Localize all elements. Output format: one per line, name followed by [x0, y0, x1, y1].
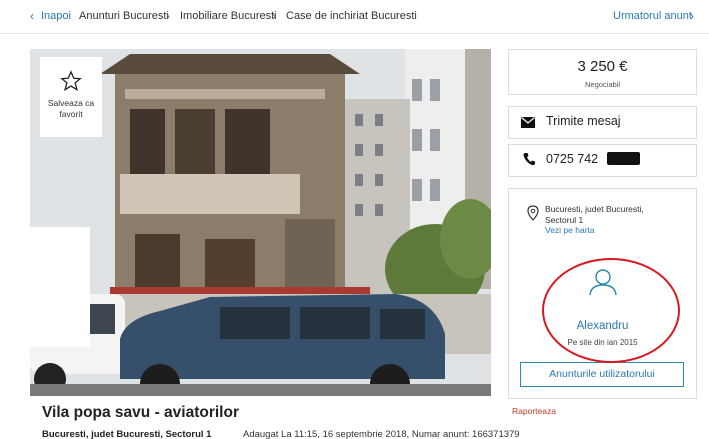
address-line: Sectorul 1	[545, 215, 584, 225]
chevron-right-icon: ›	[166, 9, 170, 23]
seller-address: Bucuresti, judet Bucuresti, Sectorul 1	[545, 204, 644, 226]
phone-redaction	[607, 152, 640, 165]
favorite-label: Salveaza ca favorit	[47, 98, 95, 119]
negotiable-label: Negociabil	[584, 80, 621, 89]
listing-added-date: Adaugat La 11:15, 16 septembrie 2018, Nu…	[243, 429, 520, 439]
phone-button[interactable]	[508, 144, 697, 177]
user-ads-button[interactable]: Anunturile utilizatorului	[520, 362, 684, 387]
view-map-link[interactable]: Vezi pe harta	[545, 225, 595, 235]
location-pin-icon	[527, 205, 539, 221]
breadcrumb: ‹ Inapoi Anunturi Bucuresti › Imobiliare…	[0, 0, 709, 34]
favorite-button[interactable]: Salveaza ca favorit	[40, 57, 102, 137]
back-link[interactable]: Inapoi	[41, 10, 71, 22]
price: 3 250 €	[577, 58, 628, 75]
breadcrumb-item[interactable]: Case de inchiriat Bucuresti	[286, 10, 417, 22]
envelope-icon	[521, 117, 535, 128]
listing-title: Vila popa savu - aviatorilor	[42, 404, 239, 421]
report-link[interactable]: Raporteaza	[512, 406, 556, 416]
listing-location: Bucuresti, judet Bucuresti, Sectorul 1	[42, 429, 212, 439]
breadcrumb-item[interactable]: Imobiliare Bucuresti	[180, 10, 277, 22]
chevron-right-icon: ›	[272, 9, 276, 23]
phone-number[interactable]: 0725 742	[546, 152, 598, 166]
chevron-right-icon[interactable]: ›	[690, 9, 694, 23]
next-ad-link[interactable]: Urmatorul anunt	[613, 10, 692, 22]
phone-icon	[523, 153, 535, 166]
address-line: Bucuresti, judet Bucuresti,	[545, 204, 644, 214]
star-icon	[60, 70, 82, 92]
annotation-circle	[542, 258, 680, 363]
send-message-label[interactable]: Trimite mesaj	[546, 114, 621, 128]
breadcrumb-item[interactable]: Anunturi Bucuresti	[79, 10, 169, 22]
chevron-left-icon[interactable]: ‹	[30, 9, 34, 23]
